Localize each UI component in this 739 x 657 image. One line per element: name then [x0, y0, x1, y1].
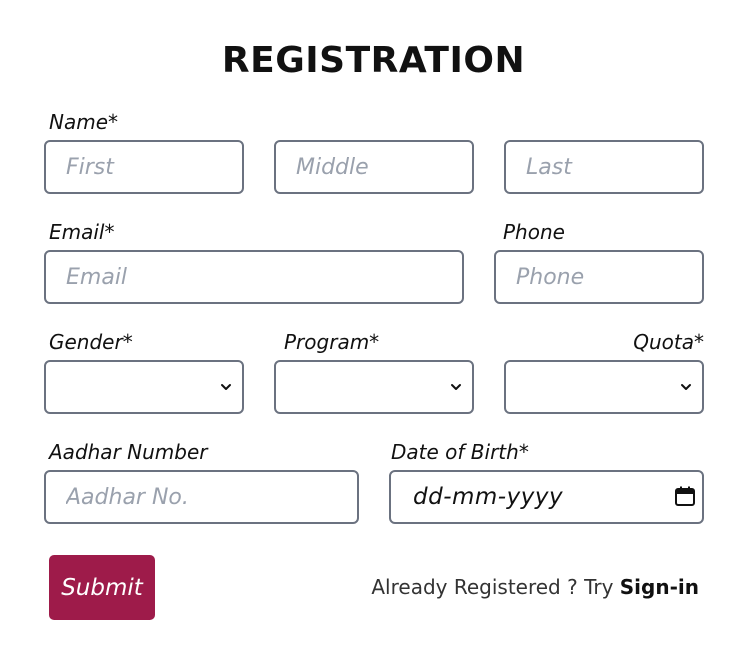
phone-input[interactable] [494, 250, 704, 304]
dob-label: Date of Birth* [391, 440, 529, 464]
quota-select[interactable] [504, 360, 704, 414]
signin-prompt-text: Already Registered ? Try [371, 575, 614, 599]
last-name-input[interactable] [504, 140, 704, 194]
email-input[interactable] [44, 250, 464, 304]
chevron-down-icon [451, 384, 461, 390]
name-label: Name* [49, 110, 119, 134]
chevron-down-icon [221, 384, 231, 390]
calendar-icon[interactable] [674, 485, 696, 507]
registration-page: REGISTRATION Name* Email* Phone Gender* … [0, 0, 739, 657]
submit-button[interactable]: Submit [49, 555, 155, 620]
program-label: Program* [284, 330, 380, 354]
middle-name-input[interactable] [274, 140, 474, 194]
gender-label: Gender* [49, 330, 133, 354]
signin-link[interactable]: Sign-in [620, 575, 699, 599]
aadhar-input[interactable] [44, 470, 359, 524]
page-title: REGISTRATION [221, 40, 526, 81]
phone-label: Phone [503, 220, 565, 244]
dob-placeholder: dd-mm-yyyy [413, 484, 564, 510]
aadhar-label: Aadhar Number [49, 440, 208, 464]
signin-prompt: Already Registered ? Try Sign-in [371, 575, 699, 599]
chevron-down-icon [681, 384, 691, 390]
program-select[interactable] [274, 360, 474, 414]
dob-input[interactable]: dd-mm-yyyy [389, 470, 704, 524]
email-label: Email* [49, 220, 115, 244]
quota-label: Quota* [633, 330, 704, 354]
gender-select[interactable] [44, 360, 244, 414]
first-name-input[interactable] [44, 140, 244, 194]
